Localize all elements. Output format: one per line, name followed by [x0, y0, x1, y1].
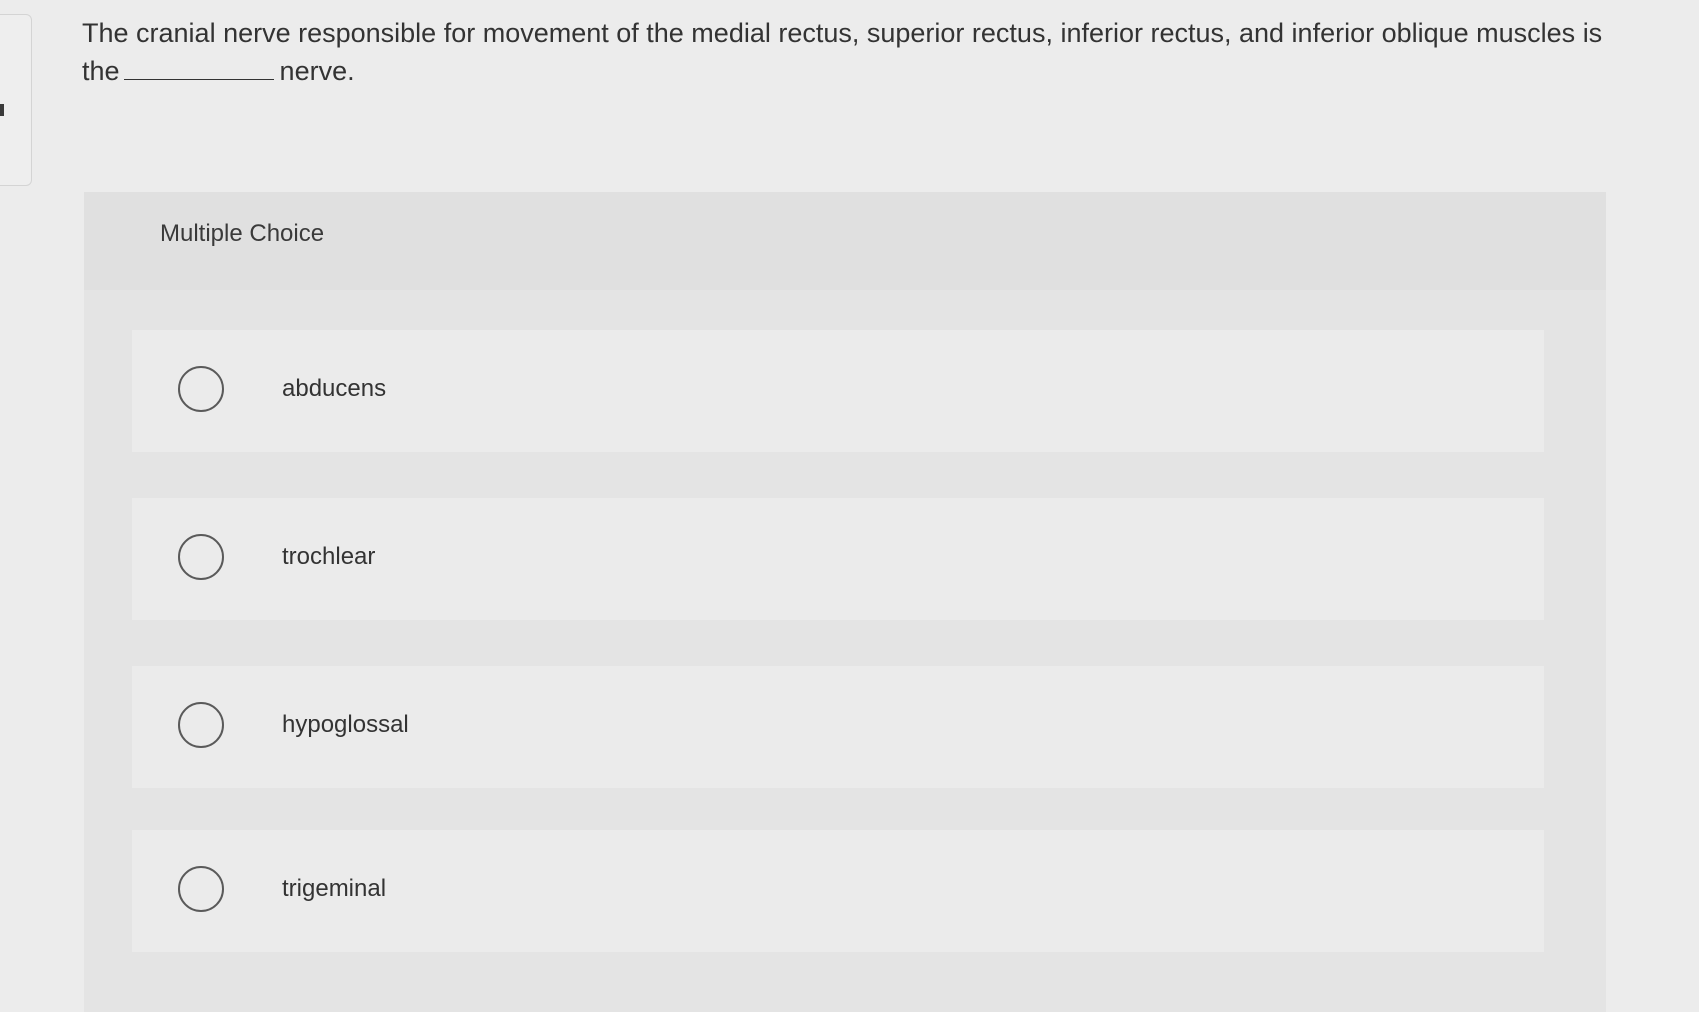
- answer-blank: [123, 59, 274, 80]
- radio-button-icon[interactable]: [178, 702, 224, 748]
- choice-label: trigeminal: [282, 875, 387, 902]
- radio-button-icon[interactable]: [178, 534, 224, 580]
- radio-button-icon[interactable]: [178, 866, 224, 912]
- multiple-choice-header: Multiple Choice: [84, 192, 1606, 290]
- choice-label: hypoglossal: [282, 711, 409, 738]
- choice-label: abducens: [282, 375, 387, 402]
- choice-label: trochlear: [282, 543, 376, 570]
- question-prompt: The cranial nerve responsible for moveme…: [82, 14, 1622, 90]
- choice-option-abducens[interactable]: abducens: [132, 330, 1544, 452]
- multiple-choice-label: Multiple Choice: [160, 220, 325, 247]
- side-panel-marker: [0, 104, 4, 116]
- choice-option-trochlear[interactable]: trochlear: [132, 498, 1544, 620]
- radio-button-icon[interactable]: [178, 366, 224, 412]
- choice-option-trigeminal[interactable]: trigeminal: [132, 830, 1544, 952]
- multiple-choice-panel: Multiple Choice abducens trochlear hypog…: [84, 192, 1606, 1012]
- question-text-end: nerve.: [279, 56, 355, 86]
- choice-option-hypoglossal[interactable]: hypoglossal: [132, 666, 1544, 788]
- side-panel-tab[interactable]: [0, 14, 32, 186]
